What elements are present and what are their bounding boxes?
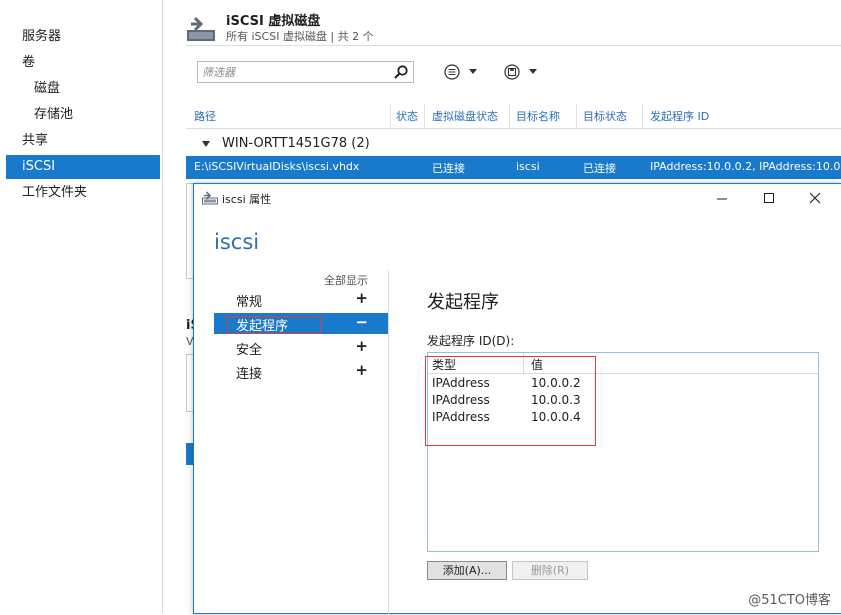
nav-item-iscsi[interactable]: iSCSI	[6, 155, 160, 179]
save-options-button[interactable]	[502, 62, 542, 82]
expand-icon[interactable]: +	[355, 289, 368, 307]
nav-item-disks[interactable]: 磁盘	[6, 77, 160, 101]
section-label: 安全	[236, 343, 263, 358]
group-label: WIN-ORTT1451G78 (2)	[222, 136, 370, 151]
nav-item-label: iSCSI	[22, 159, 56, 174]
filter-box	[197, 61, 414, 83]
annotation-highlight-box	[425, 356, 596, 446]
column-separator	[642, 104, 643, 128]
virtual-disk-icon	[202, 191, 218, 205]
filter-input[interactable]	[198, 62, 396, 82]
nav-item-work-folders[interactable]: 工作文件夹	[6, 181, 160, 205]
properties-dialog: iscsi 属性 iscsi 全部显示 常规 + 发起程序 − 安全 + 连接 …	[193, 183, 841, 615]
maximize-icon[interactable]	[757, 188, 781, 208]
column-header-disk-status[interactable]: 虚拟磁盘状态	[432, 108, 498, 124]
annotation-highlight-box	[227, 316, 321, 334]
watermark: @51CTO博客	[748, 593, 831, 608]
section-title: 发起程序	[427, 292, 499, 313]
header-divider	[186, 45, 841, 46]
virtual-disk-icon	[187, 16, 215, 41]
column-header-target-name[interactable]: 目标名称	[516, 108, 560, 124]
dialog-title: iscsi 属性	[222, 193, 272, 206]
section-item-security[interactable]: 安全 +	[214, 337, 388, 358]
background-selected-row	[186, 443, 193, 465]
background-label: V	[186, 335, 193, 348]
initiator-id-label: 发起程序 ID(D):	[427, 334, 515, 348]
expand-icon[interactable]: +	[355, 361, 368, 379]
cell-path: E:\iSCSIVirtualDisks\iscsi.vhdx	[194, 160, 360, 173]
close-icon[interactable]	[803, 188, 827, 208]
nav-item-servers[interactable]: 服务器	[6, 25, 160, 49]
group-row[interactable]: WIN-ORTT1451G78 (2)	[186, 134, 841, 156]
dialog-heading: iscsi	[214, 230, 260, 254]
nav-item-label: 卷	[22, 55, 36, 70]
expand-icon[interactable]: +	[355, 337, 368, 355]
nav-item-label: 服务器	[22, 29, 62, 44]
background-panel-edge	[186, 354, 193, 412]
section-label: 常规	[236, 295, 263, 310]
column-header-target-status[interactable]: 目标状态	[583, 108, 627, 124]
table-row[interactable]: E:\iSCSIVirtualDisks\iscsi.vhdx 已连接 iscs…	[186, 156, 841, 179]
background-panel-edge	[186, 183, 193, 279]
nav-item-storage-pools[interactable]: 存储池	[6, 103, 160, 127]
minimize-icon[interactable]	[710, 188, 734, 208]
nav-item-label: 存储池	[34, 107, 74, 122]
page-subtitle: 所有 iSCSI 虚拟磁盘 | 共 2 个	[226, 30, 374, 43]
table-header: 路径 状态 虚拟磁盘状态 目标名称 目标状态 发起程序 ID	[186, 104, 841, 129]
section-label: 连接	[236, 367, 263, 382]
collapse-icon[interactable]: −	[355, 313, 368, 331]
section-item-general[interactable]: 常规 +	[214, 289, 388, 310]
cell-initiator-id: IPAddress:10.0.0.2, IPAddress:10.0	[650, 160, 841, 173]
page-title: iSCSI 虚拟磁盘	[226, 14, 321, 29]
add-button[interactable]: 添加(A)...	[427, 561, 507, 580]
cell-disk-status: 已连接	[432, 162, 465, 175]
collapse-triangle-icon[interactable]	[202, 141, 210, 147]
section-item-connection[interactable]: 连接 +	[214, 361, 388, 382]
cell-target-status: 已连接	[583, 162, 616, 175]
column-separator	[576, 104, 577, 128]
column-header-initiator-id[interactable]: 发起程序 ID	[650, 108, 709, 124]
column-separator	[424, 104, 425, 128]
column-header-path[interactable]: 路径	[194, 108, 216, 124]
column-separator	[390, 104, 391, 128]
cell-target-name: iscsi	[516, 160, 540, 173]
nav-item-label: 工作文件夹	[22, 185, 88, 200]
section-divider	[388, 270, 389, 615]
remove-button[interactable]: 删除(R)	[512, 561, 588, 580]
show-all-link[interactable]: 全部显示	[324, 272, 368, 288]
left-nav: 服务器 卷 磁盘 存储池 共享 iSCSI 工作文件夹	[0, 0, 163, 614]
column-separator	[509, 104, 510, 128]
nav-item-label: 磁盘	[34, 81, 61, 96]
nav-item-label: 共享	[22, 133, 49, 148]
list-options-button[interactable]	[442, 62, 482, 82]
nav-item-shares[interactable]: 共享	[6, 129, 160, 153]
column-header-status[interactable]: 状态	[396, 108, 418, 124]
background-label: iS	[186, 318, 193, 333]
search-icon[interactable]	[393, 64, 409, 80]
nav-item-volumes[interactable]: 卷	[6, 51, 160, 75]
